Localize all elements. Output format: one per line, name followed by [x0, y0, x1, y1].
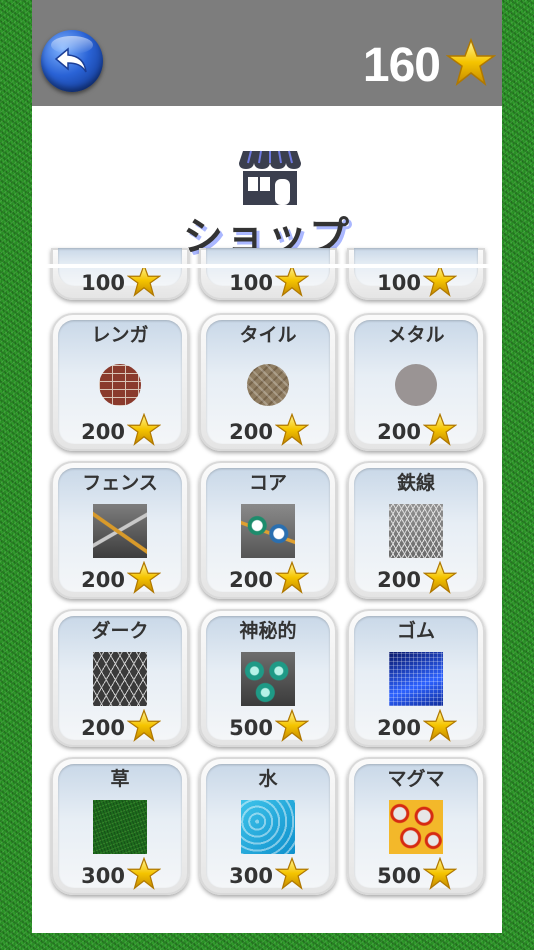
mystic-texture-swatch — [241, 652, 295, 706]
star-icon — [423, 413, 457, 446]
star-icon — [127, 709, 161, 742]
shop-item-card[interactable]: ダーク 200 — [51, 609, 189, 747]
item-price: 100 — [229, 271, 273, 295]
star-icon — [127, 561, 161, 594]
star-icon — [275, 413, 309, 446]
shop-item-card[interactable]: レンガ 200 — [51, 313, 189, 451]
shop-item-card[interactable]: マグマ 500 — [347, 757, 485, 895]
item-name: 神秘的 — [239, 620, 297, 642]
star-icon — [275, 561, 309, 594]
item-price: 200 — [377, 716, 421, 740]
shop-item-card[interactable]: 神秘的 500 — [199, 609, 337, 747]
item-name: フェンス — [82, 472, 158, 494]
star-icon — [423, 264, 457, 297]
shop-item-card[interactable]: 100 — [51, 248, 189, 300]
item-price: 200 — [81, 568, 125, 592]
star-icon — [127, 413, 161, 446]
item-name: 草 — [110, 768, 130, 790]
shop-item-card[interactable]: 100 — [199, 248, 337, 300]
shop-item-card[interactable]: ゴム 200 — [347, 609, 485, 747]
dark-texture-swatch — [93, 652, 147, 706]
item-price: 200 — [377, 420, 421, 444]
fence-texture-swatch — [93, 504, 147, 558]
magma-texture-swatch — [389, 800, 443, 854]
item-price: 300 — [229, 864, 273, 888]
item-name: ゴム — [396, 620, 435, 642]
item-name: メタル — [387, 324, 445, 346]
item-price: 200 — [81, 716, 125, 740]
item-name: 水 — [258, 768, 278, 790]
star-icon — [127, 264, 161, 297]
shop-item-card[interactable]: メタル 200 — [347, 313, 485, 451]
item-price: 200 — [229, 568, 273, 592]
wire-texture-swatch — [389, 504, 443, 558]
item-price: 200 — [377, 568, 421, 592]
item-price: 500 — [229, 716, 273, 740]
item-price: 300 — [81, 864, 125, 888]
item-grid: 100 100 100 レンガ 200 タイル 200 メタル 200 フェンス 200 コア 200 鉄… — [32, 0, 502, 933]
star-icon — [423, 857, 457, 890]
shop-item-card[interactable]: フェンス 200 — [51, 461, 189, 599]
scroll-clip-edge — [32, 264, 502, 268]
metal-texture-swatch — [395, 364, 437, 406]
rubber-texture-swatch — [389, 652, 443, 706]
grass-texture-swatch — [93, 800, 147, 854]
star-icon — [127, 857, 161, 890]
item-price: 200 — [229, 420, 273, 444]
shop-item-card[interactable]: コア 200 — [199, 461, 337, 599]
item-price: 100 — [81, 271, 125, 295]
star-icon — [423, 561, 457, 594]
item-name: レンガ — [91, 324, 149, 346]
item-price: 500 — [377, 864, 421, 888]
shop-item-card[interactable]: 鉄線 200 — [347, 461, 485, 599]
item-name: 鉄線 — [396, 472, 435, 494]
item-name: ダーク — [91, 620, 149, 642]
item-name: マグマ — [387, 768, 445, 790]
item-name: コア — [248, 472, 287, 494]
item-price: 100 — [377, 271, 421, 295]
item-price: 200 — [81, 420, 125, 444]
shop-item-card[interactable]: 草 300 — [51, 757, 189, 895]
item-name: タイル — [239, 324, 297, 346]
star-icon — [275, 857, 309, 890]
star-icon — [275, 264, 309, 297]
star-icon — [275, 709, 309, 742]
shop-item-card[interactable]: 水 300 — [199, 757, 337, 895]
shop-item-card[interactable]: タイル 200 — [199, 313, 337, 451]
shop-panel: 160 ショップ 100 100 100 レンガ 200 タイル 200 メタル 200 フェンス… — [32, 0, 502, 933]
water-texture-swatch — [241, 800, 295, 854]
tile-texture-swatch — [247, 364, 289, 406]
back-arrow-icon — [54, 47, 87, 73]
core-texture-swatch — [241, 504, 295, 558]
brick-texture-swatch — [99, 364, 141, 406]
shop-item-card[interactable]: 100 — [347, 248, 485, 300]
star-icon — [423, 709, 457, 742]
